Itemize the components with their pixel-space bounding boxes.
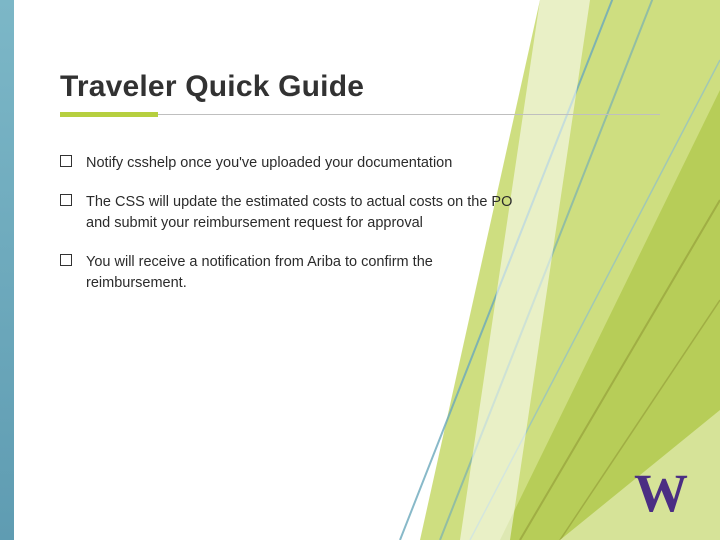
list-item: You will receive a notification from Ari… [60,252,530,294]
list-item-text: The CSS will update the estimated costs … [86,192,530,234]
uw-logo: W [634,466,684,520]
page-title: Traveler Quick Guide [60,70,660,104]
checkbox-icon [60,254,72,266]
slide: Traveler Quick Guide Notify csshelp once… [0,0,720,540]
list-item: Notify csshelp once you've uploaded your… [60,153,530,174]
left-color-band [0,0,14,540]
list-item-text: You will receive a notification from Ari… [86,252,530,294]
list-item-text: Notify csshelp once you've uploaded your… [86,153,530,174]
content-area: Traveler Quick Guide Notify csshelp once… [0,0,720,294]
checkbox-icon [60,194,72,206]
checkbox-icon [60,155,72,167]
bullet-list: Notify csshelp once you've uploaded your… [60,153,530,294]
title-underline [60,114,660,115]
list-item: The CSS will update the estimated costs … [60,192,530,234]
